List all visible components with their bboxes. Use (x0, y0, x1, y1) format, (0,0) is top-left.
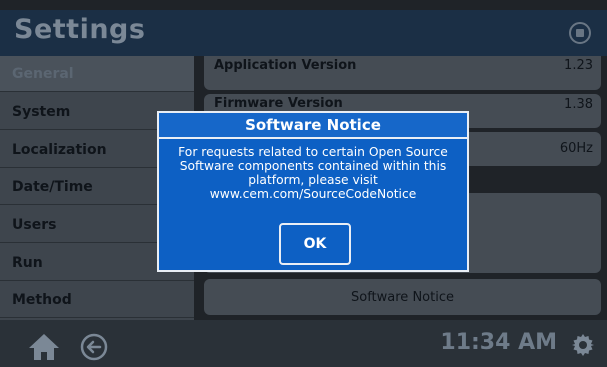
sidebar-item-label: System (12, 103, 71, 120)
page-title: Settings (14, 14, 146, 45)
title-bar: Settings (0, 10, 607, 56)
sidebar-item-label: Run (12, 254, 43, 271)
software-notice-button[interactable]: Software Notice (204, 279, 601, 315)
application-version-row: Application Version 1.23 (204, 56, 601, 90)
sidebar-item-label: Date/Time (12, 178, 93, 195)
settings-screen: Settings General System Localization Dat… (0, 0, 607, 367)
software-notice-label: Software Notice (351, 289, 454, 305)
ok-button-label: OK (303, 236, 327, 252)
footer-bar: 11:34 AM (0, 320, 607, 367)
back-arrow-icon[interactable] (80, 333, 108, 361)
row-value: 1.38 (564, 97, 593, 112)
row-value: 1.23 (564, 58, 593, 73)
gear-icon[interactable] (571, 333, 595, 357)
sidebar-item-label: Users (12, 216, 57, 233)
dialog-message: For requests related to certain Open Sou… (178, 145, 448, 201)
save-icon[interactable] (569, 22, 591, 44)
row-label: Firmware Version (214, 96, 343, 111)
software-notice-dialog: Software Notice For requests related to … (157, 111, 469, 272)
clock-time: 11:34 AM (440, 330, 557, 355)
sidebar-item-label: Localization (12, 141, 107, 158)
sidebar-item-method[interactable]: Method (0, 282, 194, 318)
sidebar-item-general[interactable]: General (0, 56, 194, 92)
row-value: 60Hz (559, 141, 593, 156)
sidebar-item-label: Method (12, 291, 72, 308)
dialog-title: Software Notice (159, 113, 467, 139)
ok-button[interactable]: OK (279, 223, 351, 265)
row-label: Application Version (214, 58, 357, 73)
home-icon[interactable] (28, 333, 60, 361)
sidebar-item-label: General (12, 65, 74, 82)
